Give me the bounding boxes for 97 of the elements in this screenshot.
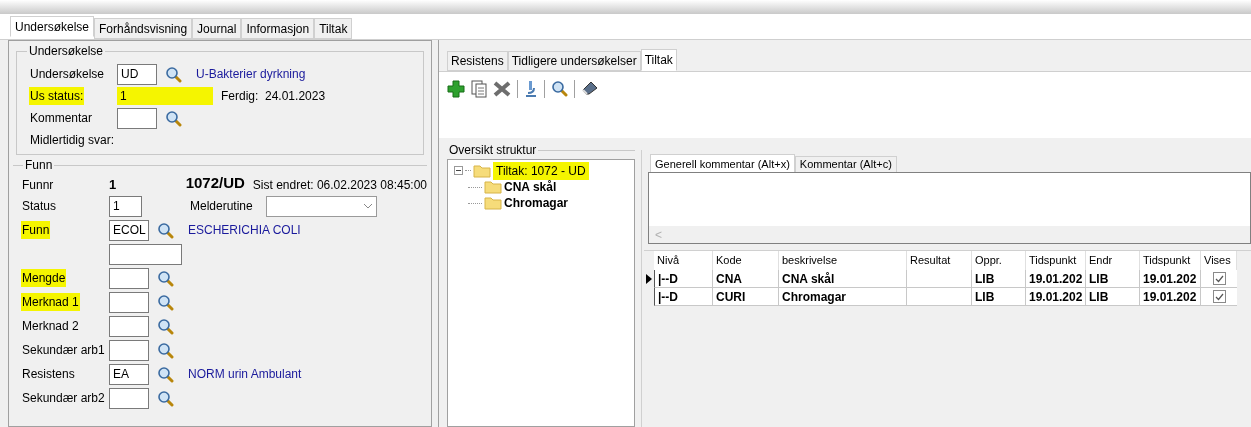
table-cell: LIB: [1086, 288, 1140, 306]
tab[interactable]: Generell kommentar (Alt+x): [650, 154, 795, 174]
sample-code: 1072/UD: [185, 172, 245, 193]
description-link[interactable]: U-Bakterier dyrkning: [196, 65, 306, 83]
dropdown[interactable]: [266, 195, 377, 217]
chevron-down-icon: [363, 203, 373, 209]
funnr-value: 1: [109, 175, 118, 194]
table-cell: [907, 270, 972, 288]
table-cell: CNA: [713, 270, 779, 288]
search-icon[interactable]: [165, 65, 182, 83]
checkbox[interactable]: [1212, 272, 1226, 285]
field-label: Funn: [21, 221, 51, 239]
table-cell: LIB: [972, 288, 1026, 306]
status-value: 1: [117, 87, 213, 105]
table-cell: |--D: [654, 288, 713, 306]
checkbox[interactable]: [1212, 290, 1226, 303]
last-changed: Sist endret: 06.02.2023 08:45:00: [252, 177, 427, 194]
input-field[interactable]: [109, 339, 149, 361]
current-row-icon: [646, 274, 652, 284]
search-icon[interactable]: [157, 221, 174, 239]
tree-item[interactable]: Chromagar: [504, 194, 568, 212]
folder-icon: [473, 163, 491, 178]
input-field[interactable]: [109, 267, 149, 289]
tab[interactable]: Resistens: [447, 51, 508, 71]
field-label: Mengde: [21, 269, 67, 287]
tree-item[interactable]: Tiltak: 1072 - UD: [493, 161, 589, 180]
table-cell: |--D: [654, 270, 713, 288]
field-label: Sekundær arb1: [21, 342, 106, 359]
search-icon[interactable]: [551, 80, 568, 97]
input-field[interactable]: [117, 107, 157, 129]
input-field[interactable]: [109, 291, 149, 313]
input-field[interactable]: [109, 243, 182, 265]
table-cell: 19.01.202: [1140, 270, 1201, 288]
delete-icon[interactable]: [493, 80, 511, 98]
tab[interactable]: Tidligere undersøkelser: [507, 51, 641, 71]
input-field[interactable]: [109, 387, 149, 409]
table-cell: CNA skål: [779, 270, 907, 288]
finished-date: Ferdig: 24.01.2023: [221, 88, 326, 105]
toolbar-separator: [517, 80, 518, 98]
table-cell: Chromagar: [779, 288, 907, 306]
input-field[interactable]: UD: [117, 63, 157, 85]
table-cell: LIB: [1086, 270, 1140, 288]
search-icon[interactable]: [157, 269, 174, 287]
tab[interactable]: Tiltak: [314, 18, 353, 39]
field-label: Undersøkelse: [29, 66, 106, 83]
toolbar-separator: [574, 80, 575, 98]
column-header[interactable]: Resultat: [907, 251, 972, 270]
table-cell: 19.01.202: [1140, 288, 1201, 306]
column-header[interactable]: beskrivelse: [779, 251, 907, 270]
field-label: Midlertidig svar:: [29, 132, 116, 149]
eraser-icon[interactable]: [581, 80, 599, 96]
table-cell: LIB: [972, 270, 1026, 288]
field-label: Sekundær arb2: [21, 390, 106, 407]
table-cell: CURI: [713, 288, 779, 306]
tab[interactable]: Undersøkelse: [10, 16, 95, 37]
column-header[interactable]: Tidspunkt: [1026, 251, 1086, 270]
field-label: Merknad 2: [21, 318, 80, 335]
search-icon[interactable]: [157, 365, 174, 383]
document-icon[interactable]: [471, 80, 487, 98]
field-label: Resistens: [21, 366, 76, 383]
folder-icon: [484, 180, 502, 194]
add-icon[interactable]: [447, 80, 465, 98]
search-icon[interactable]: [165, 109, 182, 127]
table-cell: [907, 288, 972, 306]
column-header[interactable]: Nivå: [654, 251, 713, 270]
column-header[interactable]: Tidspunkt: [1140, 251, 1201, 270]
field-label: Kommentar: [29, 110, 94, 127]
search-icon[interactable]: [157, 389, 174, 407]
column-header[interactable]: Oppr.: [972, 251, 1026, 270]
toolbar-separator: [544, 80, 545, 98]
input-field[interactable]: EA: [109, 363, 149, 385]
microscope-icon[interactable]: [524, 80, 538, 98]
field-label: Melderutine: [190, 198, 254, 215]
tab[interactable]: Forhåndsvisning: [94, 18, 193, 39]
search-icon[interactable]: [157, 341, 174, 359]
field-label: Us status:: [29, 87, 85, 105]
tab[interactable]: Journal: [192, 18, 242, 39]
collapse-toggle[interactable]: [454, 166, 463, 175]
field-label: Funnr: [21, 177, 55, 194]
description-link[interactable]: NORM urin Ambulant: [188, 365, 302, 383]
tab[interactable]: Informasjon: [241, 18, 315, 39]
search-icon[interactable]: [157, 317, 174, 335]
table-cell: 19.01.202: [1026, 288, 1086, 306]
tree-item[interactable]: CNA skål: [504, 178, 557, 196]
column-header[interactable]: Kode: [713, 251, 779, 270]
field-label: Status: [21, 198, 58, 215]
field-label: Merknad 1: [21, 293, 80, 311]
description-link[interactable]: ESCHERICHIA COLI: [188, 221, 301, 239]
column-header[interactable]: Vises: [1201, 251, 1237, 270]
input-field[interactable]: [109, 315, 149, 337]
tab[interactable]: Tiltak: [640, 49, 677, 71]
search-icon[interactable]: [157, 293, 174, 311]
folder-icon: [484, 196, 502, 210]
table-cell: 19.01.202: [1026, 270, 1086, 288]
input-field[interactable]: 1: [109, 195, 142, 217]
column-header[interactable]: Endr: [1086, 251, 1140, 270]
input-field[interactable]: ECOL: [109, 219, 149, 241]
